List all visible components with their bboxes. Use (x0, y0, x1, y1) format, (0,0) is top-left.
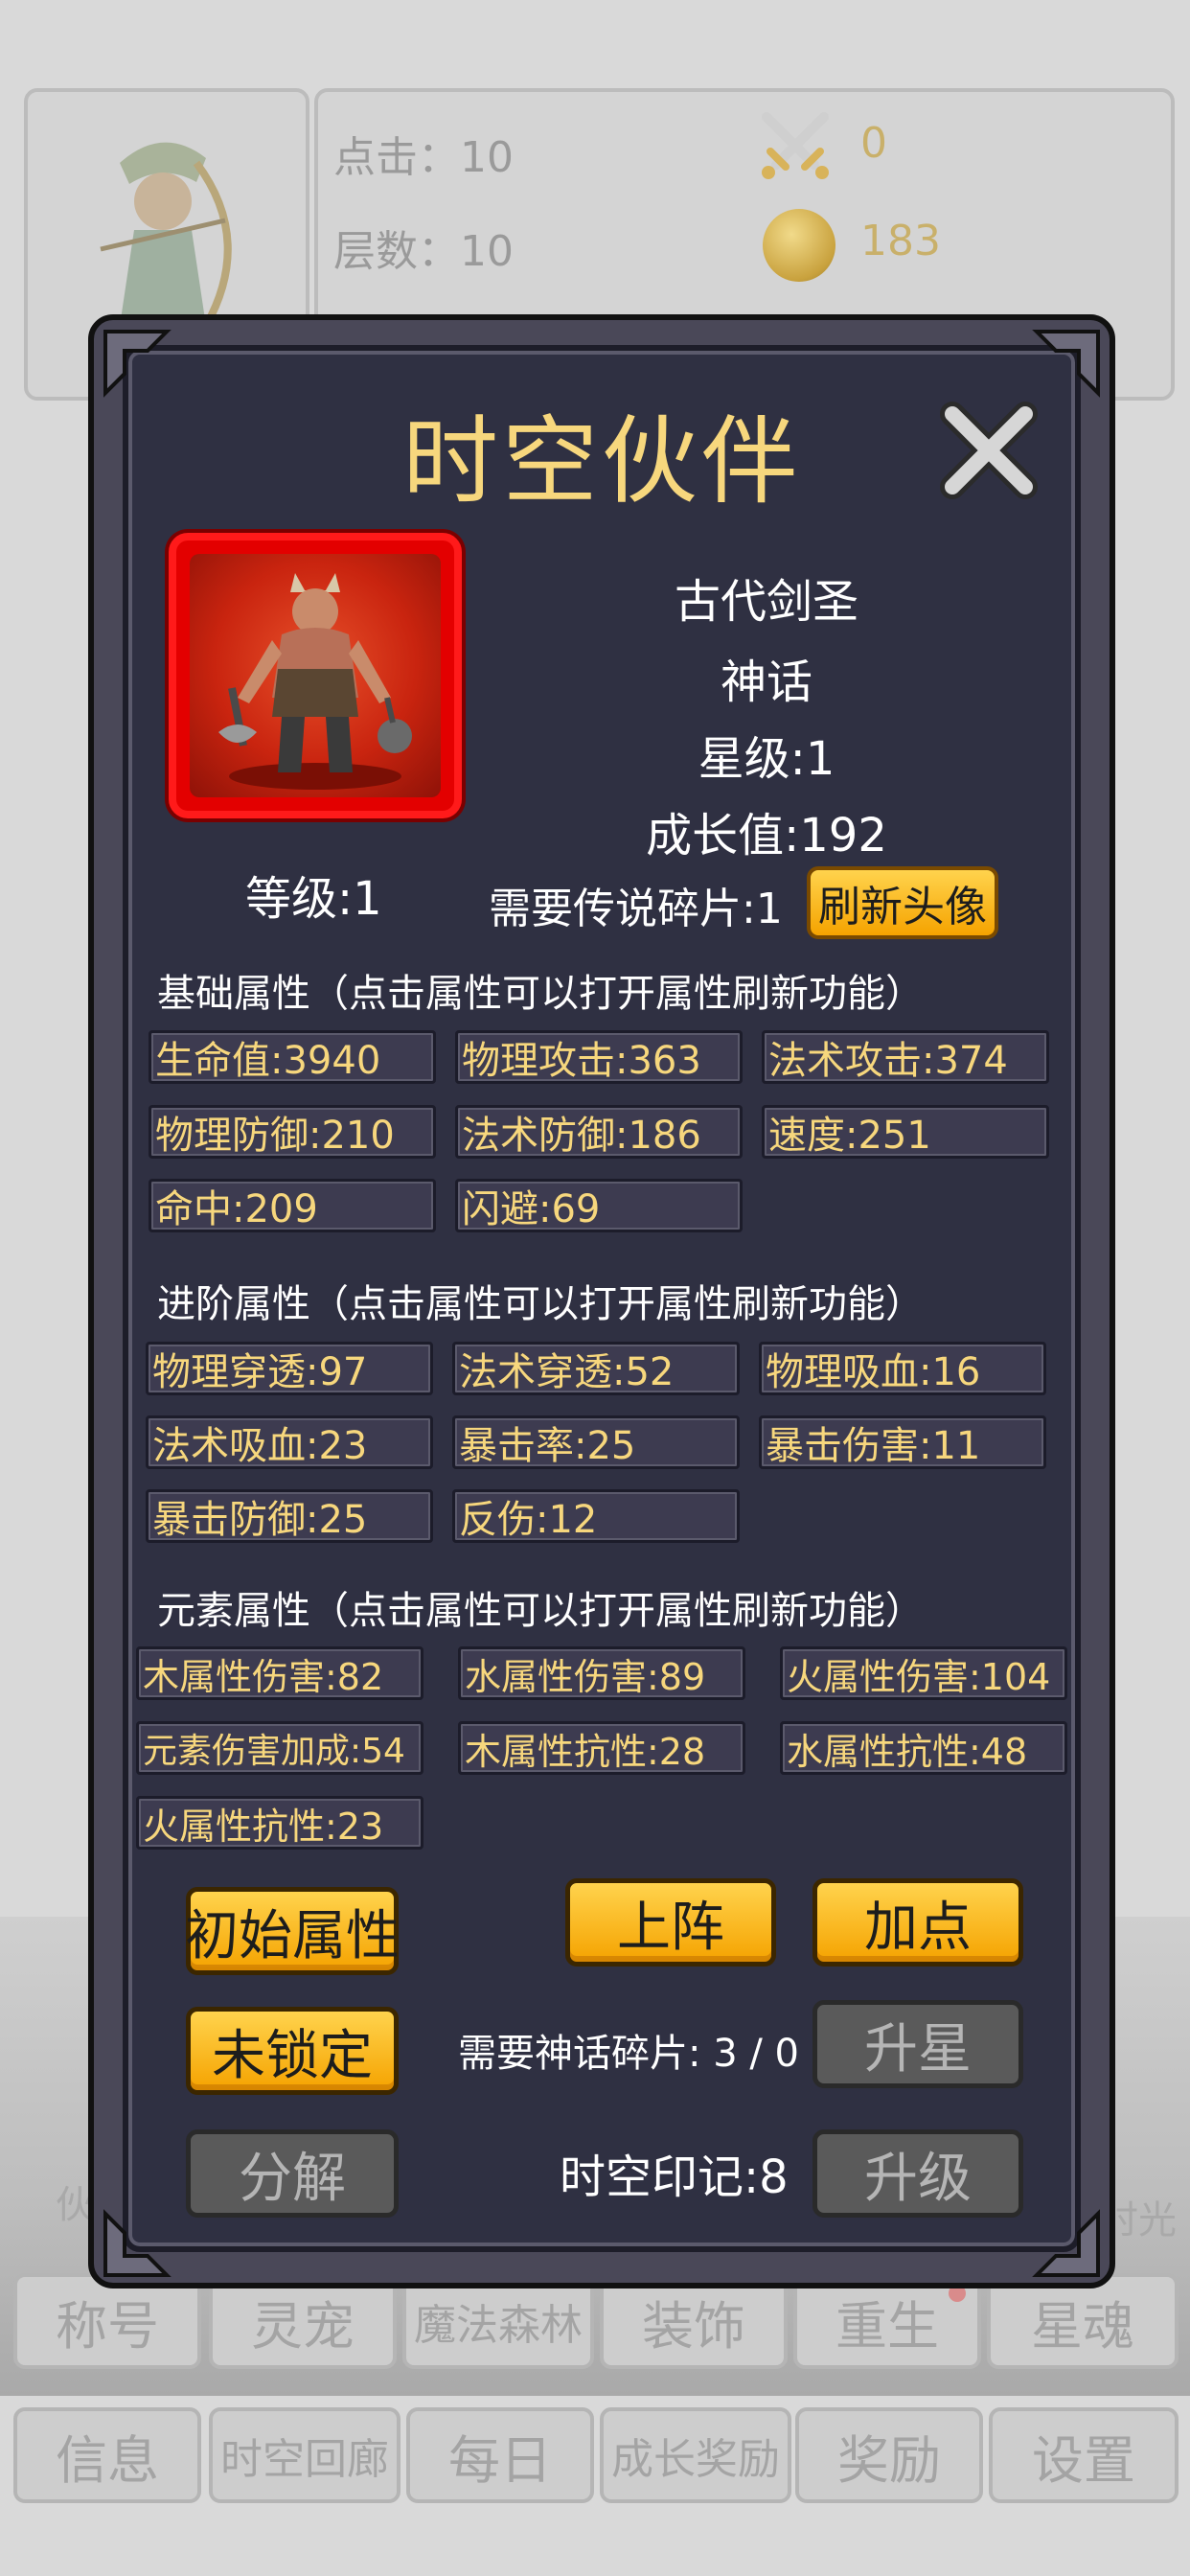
click-stat: 点击：10 (333, 133, 514, 182)
crossed-swords-icon (762, 112, 829, 179)
legend-shards-required: 需要传说碎片:1 (489, 885, 783, 933)
partner-rarity: 神话 (720, 656, 812, 709)
attr-magic-defense[interactable]: 法术防御:186 (455, 1105, 743, 1159)
partner-name: 古代剑圣 (674, 575, 858, 629)
attr-speed[interactable]: 速度:251 (762, 1105, 1049, 1159)
attr-dodge[interactable]: 闪避:69 (455, 1179, 743, 1232)
attr-accuracy[interactable]: 命中:209 (149, 1179, 436, 1232)
attr-water-resistance[interactable]: 水属性抗性:48 (780, 1721, 1067, 1775)
nav-daily-button[interactable]: 每日 (406, 2407, 594, 2503)
initial-attributes-button[interactable]: 初始属性 (185, 1887, 400, 1975)
attr-wood-damage[interactable]: 木属性伤害:82 (136, 1646, 423, 1700)
partner-star-level: 星级:1 (698, 732, 835, 786)
partner-portrait (169, 533, 462, 818)
attr-thorns[interactable]: 反伤:12 (452, 1489, 740, 1543)
star-up-button[interactable]: 升星 (812, 2000, 1023, 2088)
basic-attributes-title: 基础属性（点击属性可以打开属性刷新功能） (157, 972, 924, 1016)
lock-toggle-button[interactable]: 未锁定 (186, 2007, 399, 2095)
floor-stat: 层数：10 (333, 227, 514, 276)
attr-magic-lifesteal[interactable]: 法术吸血:23 (146, 1415, 433, 1469)
attr-element-damage-bonus[interactable]: 元素伤害加成:54 (136, 1721, 423, 1775)
nav-reward-button[interactable]: 奖励 (795, 2407, 983, 2503)
partner-level: 等级:1 (245, 872, 382, 926)
attr-crit-rate[interactable]: 暴击率:25 (452, 1415, 740, 1469)
nav-spacetime-corridor-button[interactable]: 时空回廊 (209, 2407, 400, 2503)
coin-count: 183 (860, 217, 941, 265)
attr-physical-lifesteal[interactable]: 物理吸血:16 (759, 1342, 1046, 1395)
nav-settings-button[interactable]: 设置 (989, 2407, 1179, 2503)
attr-water-damage[interactable]: 水属性伤害:89 (458, 1646, 745, 1700)
deploy-button[interactable]: 上阵 (565, 1878, 776, 1966)
element-attributes-title: 元素属性（点击属性可以打开属性刷新功能） (157, 1589, 924, 1633)
close-icon[interactable] (935, 397, 1042, 504)
attr-magic-penetration[interactable]: 法术穿透:52 (452, 1342, 740, 1395)
nav-info-button[interactable]: 信息 (13, 2407, 201, 2503)
refresh-portrait-button[interactable]: 刷新头像 (807, 866, 998, 939)
add-points-button[interactable]: 加点 (812, 1878, 1023, 1966)
attr-fire-damage[interactable]: 火属性伤害:104 (780, 1646, 1067, 1700)
decompose-button[interactable]: 分解 (186, 2129, 399, 2218)
spacetime-mark-count: 时空印记:8 (560, 2150, 789, 2204)
nav-growth-reward-button[interactable]: 成长奖励 (600, 2407, 791, 2503)
level-up-button[interactable]: 升级 (812, 2129, 1023, 2218)
warrior-image (218, 573, 412, 790)
gold-coin-icon (763, 209, 835, 282)
attr-physical-defense[interactable]: 物理防御:210 (149, 1105, 436, 1159)
corner-ornament-icon (1032, 2209, 1100, 2277)
sword-count: 0 (860, 119, 887, 168)
advanced-attributes-title: 进阶属性（点击属性可以打开属性刷新功能） (157, 1282, 924, 1326)
corner-ornament-icon (103, 2209, 172, 2277)
attr-wood-resistance[interactable]: 木属性抗性:28 (458, 1721, 745, 1775)
attr-hp[interactable]: 生命值:3940 (149, 1030, 436, 1084)
attr-magic-attack[interactable]: 法术攻击:374 (762, 1030, 1049, 1084)
attr-physical-penetration[interactable]: 物理穿透:97 (146, 1342, 433, 1395)
attr-crit-defense[interactable]: 暴击防御:25 (146, 1489, 433, 1543)
attr-physical-attack[interactable]: 物理攻击:363 (455, 1030, 743, 1084)
partner-growth-value: 成长值:192 (646, 809, 887, 862)
myth-shards-required: 需要神话碎片: 3 / 0 (458, 2032, 799, 2076)
attr-fire-resistance[interactable]: 火属性抗性:23 (136, 1796, 423, 1850)
attr-crit-damage[interactable]: 暴击伤害:11 (759, 1415, 1046, 1469)
